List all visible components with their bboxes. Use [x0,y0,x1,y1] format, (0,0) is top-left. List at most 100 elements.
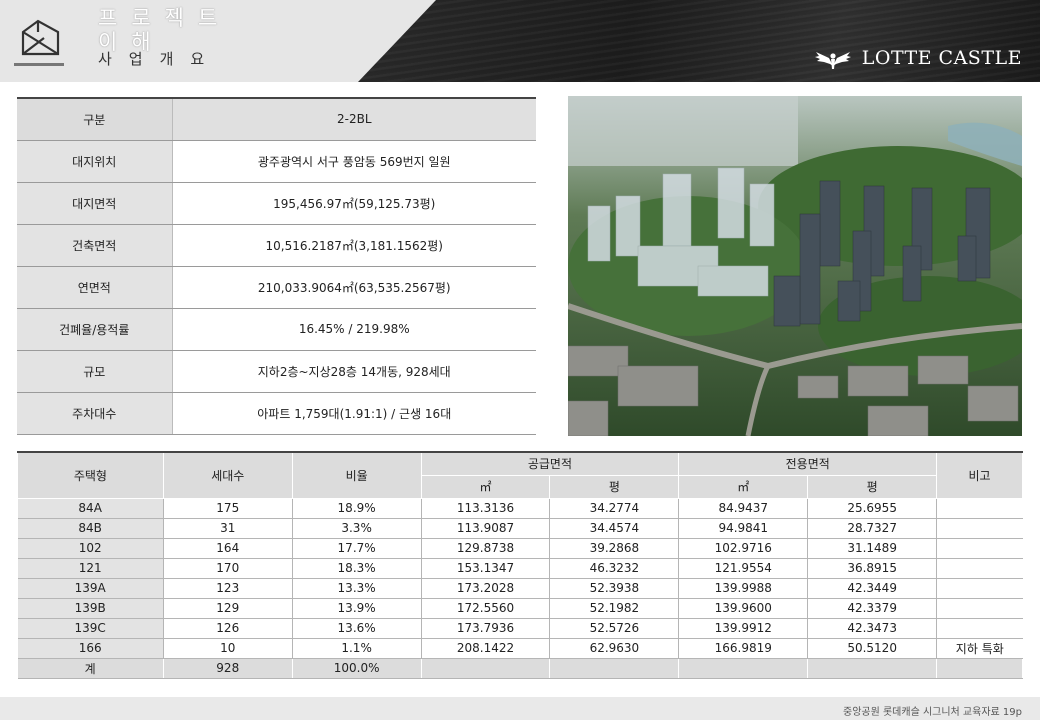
cell-excl-sqm: 102.9716 [678,538,809,559]
overview-value: 지하2층~지상28층 14개동, 928세대 [172,350,536,393]
overview-row: 구분 2-2BL [17,98,536,141]
col-header-exclusive-area: 전용면적 [678,451,938,476]
total-empty-cell [807,658,938,679]
cell-ratio: 18.3% [292,558,422,579]
cell-note [936,538,1023,559]
col-header-exclusive-sqm: ㎡ [678,474,809,499]
cell-supply-py: 46.3232 [549,558,680,579]
cell-note [936,558,1023,579]
col-header-exclusive-pyeong: 평 [807,474,938,499]
overview-label: 건축면적 [17,224,173,267]
col-header-supply-area: 공급면적 [420,451,680,476]
cell-supply-py: 34.2774 [549,498,680,519]
total-empty-cell [936,658,1023,679]
cell-count: 129 [163,598,293,619]
cell-type: 139A [17,578,164,599]
overview-value: 210,033.9064㎡(63,535.2567평) [172,266,536,309]
cell-type: 84B [17,518,164,539]
overview-label: 규모 [17,350,173,393]
overview-value: 2-2BL [172,98,536,141]
brand-name: LOTTE CASTLE [861,47,1022,69]
header-bar: 프로젝트 이해 사업개요 LOTTE CASTLE [0,0,1040,82]
cell-note [936,578,1023,599]
cell-excl-sqm: 139.9912 [678,618,809,639]
cell-excl-sqm: 121.9554 [678,558,809,579]
table-row: 139B 129 13.9% 172.5560 52.1982 139.9600 42.33… [17,598,1023,619]
total-count: 928 [163,658,293,679]
table-row: 84B 31 3.3% 113.9087 34.4574 94.9841 28.7327 [17,518,1023,539]
eagle-emblem-icon [814,52,851,69]
table-row: 102 164 17.7% 129.8738 39.2868 102.9716 31.148… [17,538,1023,559]
cell-supply-sqm: 172.5560 [421,598,551,619]
overview-value: 16.45% / 219.98% [172,308,536,351]
brand-logo: LOTTE CASTLE [814,46,1022,70]
logo-underline [14,63,64,66]
overview-label: 대지위치 [17,140,173,183]
cell-excl-py: 42.3473 [807,618,938,639]
cell-excl-py: 31.1489 [807,538,938,559]
cell-note [936,498,1023,519]
cell-excl-sqm: 139.9988 [678,578,809,599]
overview-value: 10,516.2187㎡(3,181.1562평) [172,224,536,267]
cell-count: 164 [163,538,293,559]
cell-excl-sqm: 94.9841 [678,518,809,539]
cell-type: 84A [17,498,164,519]
cell-supply-py: 39.2868 [549,538,680,559]
cell-supply-py: 52.1982 [549,598,680,619]
cell-excl-sqm: 139.9600 [678,598,809,619]
table-row: 139C 126 13.6% 173.7936 52.5726 139.9912 42.34… [17,618,1023,639]
overview-row: 규모 지하2층~지상28층 14개동, 928세대 [17,350,536,393]
cell-ratio: 18.9% [292,498,422,519]
cell-supply-sqm: 173.7936 [421,618,551,639]
total-empty-cell [678,658,809,679]
total-ratio: 100.0% [292,658,422,679]
overview-value: 195,456.97㎡(59,125.73평) [172,182,536,225]
cell-count: 10 [163,638,293,659]
cell-supply-sqm: 173.2028 [421,578,551,599]
cell-supply-py: 34.4574 [549,518,680,539]
cell-supply-py: 62.9630 [549,638,680,659]
page-subtitle: 사업개요 [98,50,222,68]
cell-ratio: 17.7% [292,538,422,559]
col-header-ratio: 비율 [291,451,422,499]
unit-type-table: 주택형 세대수 비율 공급면적 전용면적 비고 ㎡ 평 ㎡ 평 84A 175 18… [17,451,1023,679]
col-header-type: 주택형 [17,451,164,499]
cell-excl-py: 42.3449 [807,578,938,599]
cell-excl-py: 28.7327 [807,518,938,539]
cell-type: 166 [17,638,164,659]
overview-label: 연면적 [17,266,173,309]
overview-label: 구분 [17,98,173,141]
col-header-count: 세대수 [162,451,293,499]
col-header-supply-pyeong: 평 [549,474,680,499]
cell-supply-sqm: 129.8738 [421,538,551,559]
overview-value: 아파트 1,759대(1.91:1) / 근생 16대 [172,392,536,435]
cell-note [936,518,1023,539]
cell-note [936,618,1023,639]
cell-ratio: 13.3% [292,578,422,599]
overview-row: 건축면적 10,516.2187㎡(3,181.1562평) [17,224,536,267]
cell-supply-sqm: 153.1347 [421,558,551,579]
overview-value: 광주광역시 서구 풍암동 569번지 일원 [172,140,536,183]
cell-ratio: 13.9% [292,598,422,619]
cell-supply-py: 52.5726 [549,618,680,639]
aerial-view-illustration [568,96,1022,436]
cell-count: 170 [163,558,293,579]
cell-ratio: 1.1% [292,638,422,659]
cell-type: 121 [17,558,164,579]
table-row: 121 170 18.3% 153.1347 46.3232 121.9554 36.891… [17,558,1023,579]
total-label: 계 [17,658,164,679]
overview-row: 대지면적 195,456.97㎡(59,125.73평) [17,182,536,225]
table-row: 84A 175 18.9% 113.3136 34.2774 84.9437 25.6955 [17,498,1023,519]
cell-supply-sqm: 113.3136 [421,498,551,519]
overview-row: 대지위치 광주광역시 서구 풍암동 569번지 일원 [17,140,536,183]
cell-supply-sqm: 208.1422 [421,638,551,659]
cell-excl-sqm: 166.9819 [678,638,809,659]
cell-ratio: 13.6% [292,618,422,639]
overview-row: 주차대수 아파트 1,759대(1.91:1) / 근생 16대 [17,392,536,435]
overview-row: 건폐율/용적률 16.45% / 219.98% [17,308,536,351]
cell-count: 123 [163,578,293,599]
col-header-supply-sqm: ㎡ [420,474,551,499]
cell-excl-py: 50.5120 [807,638,938,659]
cell-excl-py: 42.3379 [807,598,938,619]
overview-label: 대지면적 [17,182,173,225]
